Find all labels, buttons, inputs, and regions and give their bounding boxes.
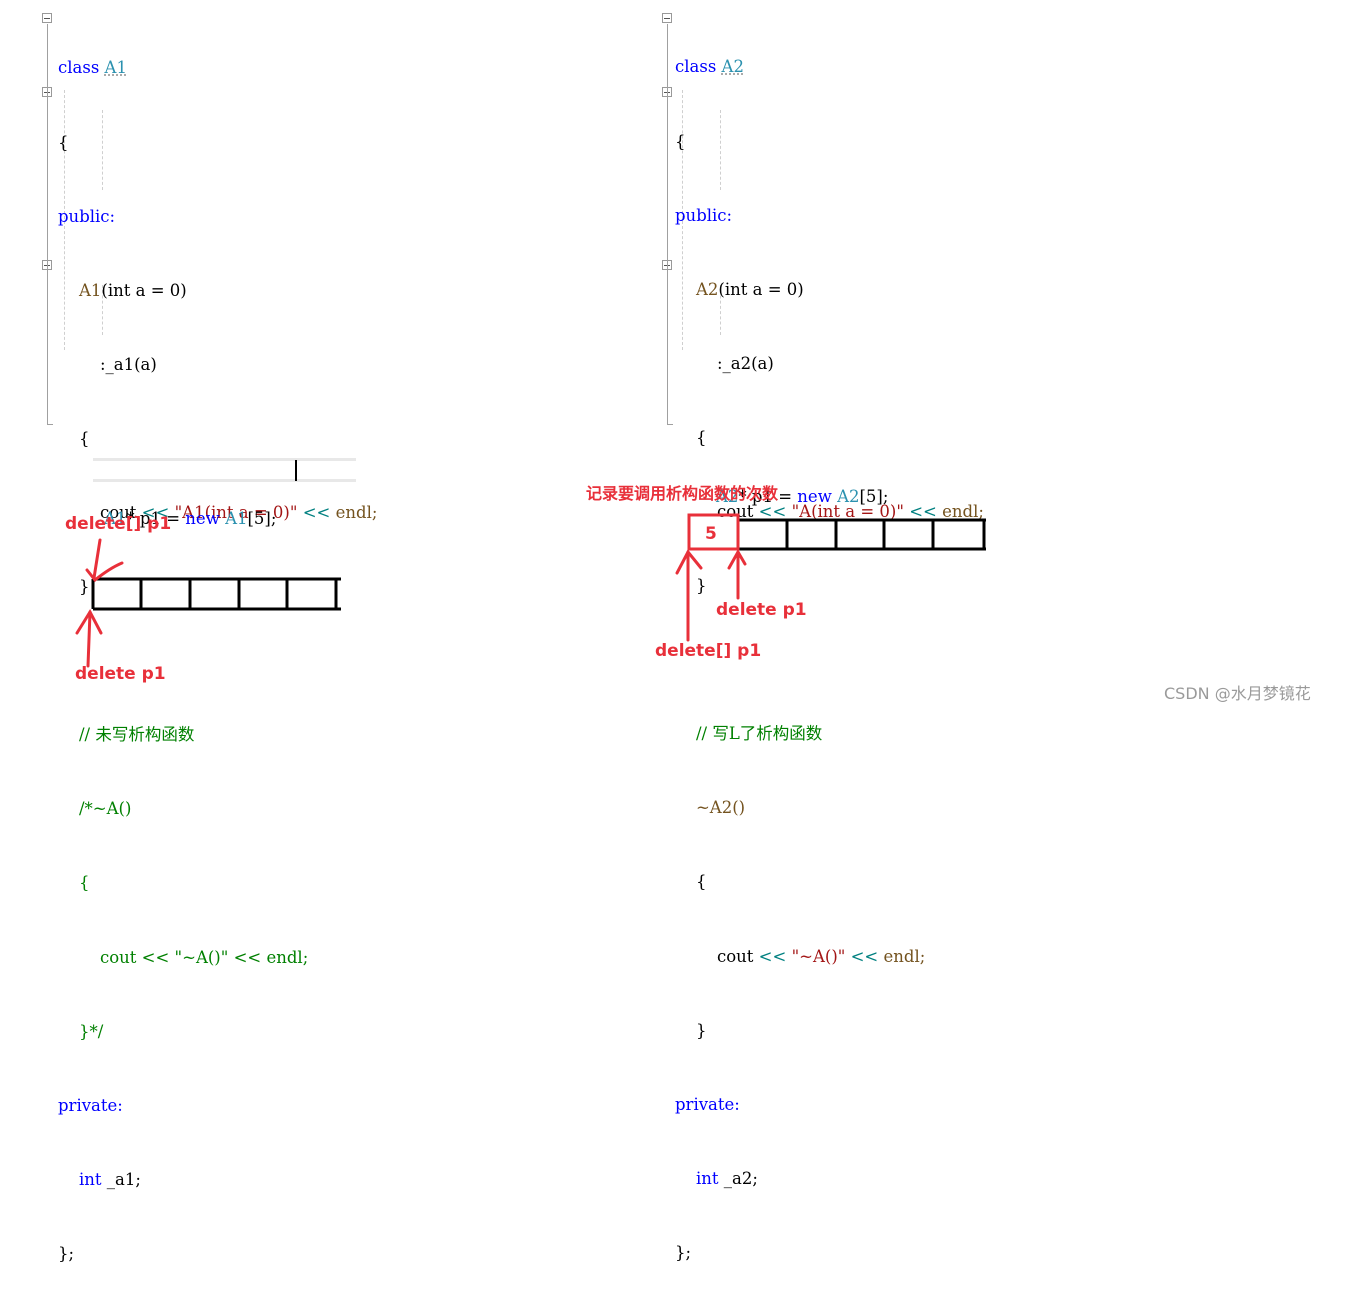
code-line-dtor-cout: cout << "~A()" << endl; bbox=[58, 946, 377, 971]
label-count-note: 记录要调用析构函数的次数 bbox=[586, 484, 779, 503]
code-line-comment: // 写L了析构函数 bbox=[675, 722, 984, 747]
count-value: 5 bbox=[705, 524, 717, 544]
right-arrows bbox=[675, 548, 747, 642]
code-line-dtor-open: { bbox=[58, 871, 377, 896]
code-line-comment: // 未写析构函数 bbox=[58, 723, 377, 748]
arrow-delete-array-shaft bbox=[92, 538, 102, 580]
class-end: }; bbox=[675, 1242, 692, 1262]
code-line-dtor-cout: cout << "~A()" << endl; bbox=[675, 945, 984, 970]
code-line-class-end: }; bbox=[58, 1242, 377, 1267]
endl: endl; bbox=[883, 946, 926, 966]
string-literal: "~A()" bbox=[791, 946, 846, 966]
arrow-delete-array-head bbox=[85, 561, 124, 583]
code-line-member: int _a2; bbox=[675, 1167, 984, 1192]
code-line-private: private: bbox=[675, 1093, 984, 1118]
access-private: private: bbox=[675, 1094, 740, 1114]
commented-cout: cout << "~A()" << endl; bbox=[99, 947, 309, 967]
code-line-dtor-close: }*/ bbox=[58, 1020, 377, 1045]
code-line-private: private: bbox=[58, 1094, 377, 1119]
code-line-dtor: /*~A() bbox=[58, 797, 377, 822]
cout: cout bbox=[716, 946, 754, 966]
comment: // 写L了析构函数 bbox=[695, 724, 823, 744]
code-line-class-end: }; bbox=[675, 1241, 984, 1266]
commented-brace: }*/ bbox=[78, 1021, 104, 1041]
code-line-dtor-open: { bbox=[675, 870, 984, 895]
member-name: _a1; bbox=[106, 1169, 141, 1189]
type-int: int bbox=[695, 1168, 719, 1188]
type-int: int bbox=[78, 1169, 102, 1189]
commented-brace: { bbox=[78, 873, 90, 893]
member-name: _a2; bbox=[723, 1168, 758, 1188]
comment: // 未写析构函数 bbox=[78, 725, 195, 745]
memory-diagrams bbox=[75, 513, 986, 668]
label-delete-array-left: delete[] p1 bbox=[65, 514, 172, 534]
right-array bbox=[738, 518, 986, 551]
label-delete-single-left: delete p1 bbox=[75, 664, 166, 684]
operator: << bbox=[758, 946, 787, 966]
left-array bbox=[91, 577, 341, 611]
dtor-name: ~A2() bbox=[695, 798, 746, 818]
arrow-delete-single-shaft bbox=[86, 610, 92, 668]
left-arrows bbox=[75, 538, 124, 668]
code-line-member: int _a1; bbox=[58, 1168, 377, 1193]
label-delete-array-right: delete[] p1 bbox=[655, 641, 762, 661]
class-end: }; bbox=[58, 1243, 75, 1263]
brace: } bbox=[695, 1020, 707, 1040]
operator: << bbox=[850, 946, 879, 966]
label-delete-single-right: delete p1 bbox=[716, 600, 807, 620]
commented-dtor: /*~A() bbox=[78, 799, 132, 819]
watermark: CSDN @水月梦镜花 bbox=[1164, 684, 1311, 703]
code-line-dtor-close: } bbox=[675, 1019, 984, 1044]
code-line-dtor: ~A2() bbox=[675, 796, 984, 821]
access-private: private: bbox=[58, 1095, 123, 1115]
brace: { bbox=[695, 872, 707, 892]
